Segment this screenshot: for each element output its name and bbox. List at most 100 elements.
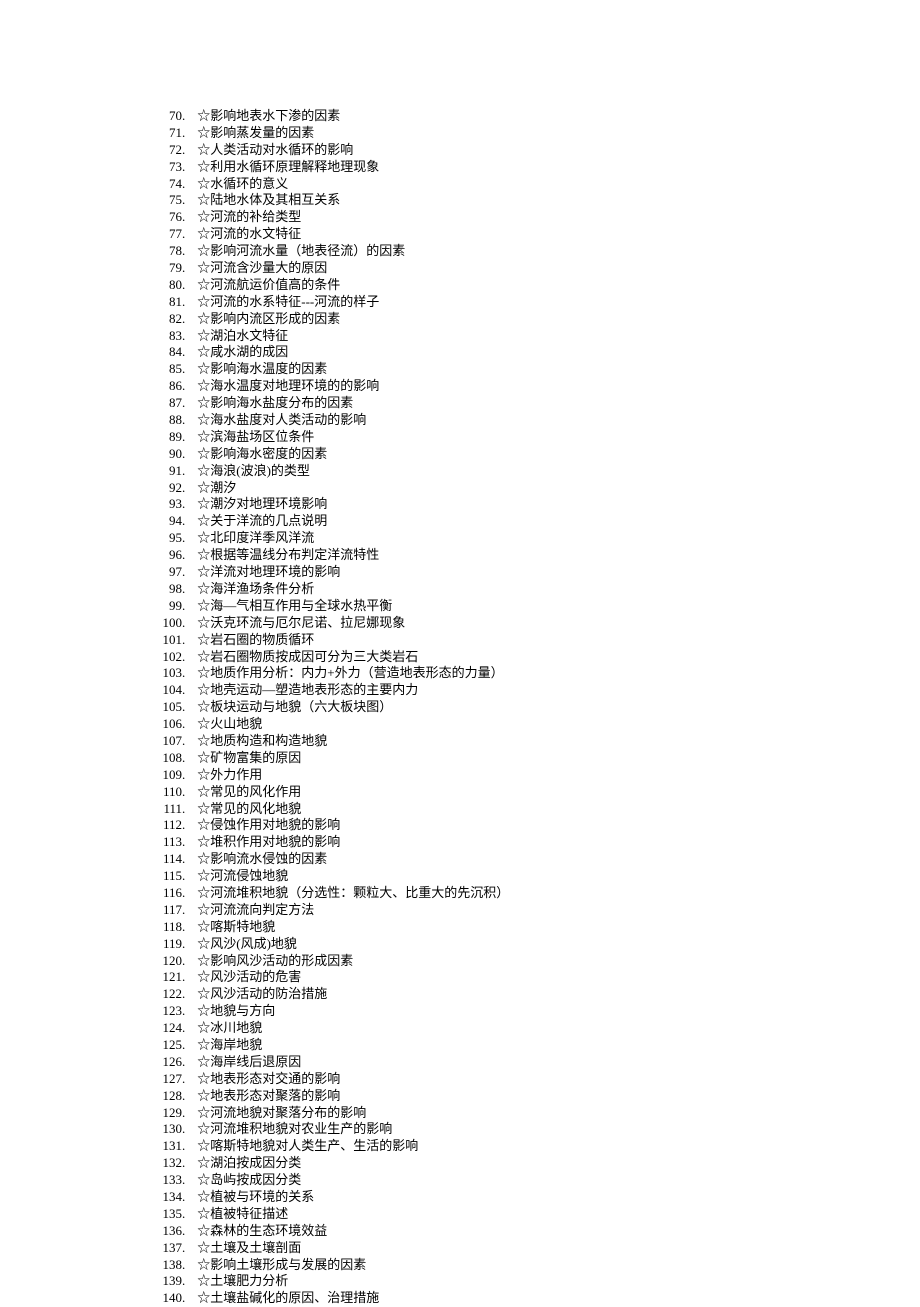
item-number: 136 xyxy=(146,1223,182,1240)
item-number: 78 xyxy=(146,243,182,260)
list-item: 89.☆滨海盐场区位条件 xyxy=(146,429,920,446)
item-number: 139 xyxy=(146,1273,182,1290)
list-item: 86.☆海水温度对地理环境的的影响 xyxy=(146,378,920,395)
item-number: 106 xyxy=(146,716,182,733)
list-item: 125.☆海岸地貌 xyxy=(146,1037,920,1054)
list-item: 76.☆河流的补给类型 xyxy=(146,209,920,226)
item-dot: . xyxy=(182,361,197,378)
item-number: 105 xyxy=(146,699,182,716)
item-text: ☆火山地貌 xyxy=(197,716,262,733)
item-text: ☆板块运动与地貌（六大板块图） xyxy=(197,699,392,716)
item-dot: . xyxy=(182,801,197,818)
item-text: ☆地壳运动—塑造地表形态的主要内力 xyxy=(197,682,418,699)
item-text: ☆湖泊按成因分类 xyxy=(197,1155,301,1172)
item-dot: . xyxy=(182,581,197,598)
item-text: ☆水循环的意义 xyxy=(197,176,288,193)
item-dot: . xyxy=(182,1121,197,1138)
item-number: 127 xyxy=(146,1071,182,1088)
item-dot: . xyxy=(182,311,197,328)
list-item: 80.☆河流航运价值高的条件 xyxy=(146,277,920,294)
item-number: 90 xyxy=(146,446,182,463)
item-number: 73 xyxy=(146,159,182,176)
item-dot: . xyxy=(182,463,197,480)
item-number: 135 xyxy=(146,1206,182,1223)
item-dot: . xyxy=(182,294,197,311)
item-dot: . xyxy=(182,1020,197,1037)
item-number: 121 xyxy=(146,969,182,986)
item-text: ☆常见的风化地貌 xyxy=(197,801,301,818)
list-item: 119.☆风沙(风成)地貌 xyxy=(146,936,920,953)
list-item: 124.☆冰川地貌 xyxy=(146,1020,920,1037)
item-dot: . xyxy=(182,378,197,395)
item-text: ☆河流的水文特征 xyxy=(197,226,301,243)
item-dot: . xyxy=(182,733,197,750)
list-item: 127.☆地表形态对交通的影响 xyxy=(146,1071,920,1088)
item-dot: . xyxy=(182,1105,197,1122)
item-dot: . xyxy=(182,1257,197,1274)
item-text: ☆堆积作用对地貌的影响 xyxy=(197,834,340,851)
item-text: ☆海水温度对地理环境的的影响 xyxy=(197,378,379,395)
item-dot: . xyxy=(182,1290,197,1307)
list-item: 135.☆植被特征描述 xyxy=(146,1206,920,1223)
item-dot: . xyxy=(182,446,197,463)
item-dot: . xyxy=(182,260,197,277)
item-number: 108 xyxy=(146,750,182,767)
list-item: 87.☆影响海水盐度分布的因素 xyxy=(146,395,920,412)
item-text: ☆影响流水侵蚀的因素 xyxy=(197,851,327,868)
item-text: ☆影响海水密度的因素 xyxy=(197,446,327,463)
item-number: 103 xyxy=(146,665,182,682)
list-item: 95.☆北印度洋季风洋流 xyxy=(146,530,920,547)
item-dot: . xyxy=(182,1054,197,1071)
list-item: 105.☆板块运动与地貌（六大板块图） xyxy=(146,699,920,716)
item-number: 116 xyxy=(146,885,182,902)
list-item: 132.☆湖泊按成因分类 xyxy=(146,1155,920,1172)
item-text: ☆土壤盐碱化的原因、治理措施 xyxy=(197,1290,379,1307)
list-item: 131.☆喀斯特地貌对人类生产、生活的影响 xyxy=(146,1138,920,1155)
item-dot: . xyxy=(182,547,197,564)
item-dot: . xyxy=(182,1240,197,1257)
list-item: 108.☆矿物富集的原因 xyxy=(146,750,920,767)
item-number: 84 xyxy=(146,344,182,361)
item-dot: . xyxy=(182,716,197,733)
item-number: 101 xyxy=(146,632,182,649)
item-text: ☆影响海水温度的因素 xyxy=(197,361,327,378)
item-text: ☆常见的风化作用 xyxy=(197,784,301,801)
list-item: 123.☆地貌与方向 xyxy=(146,1003,920,1020)
document-page: 70.☆影响地表水下渗的因素71.☆影响蒸发量的因素72.☆人类活动对水循环的影… xyxy=(0,0,920,1307)
item-number: 70 xyxy=(146,108,182,125)
item-number: 133 xyxy=(146,1172,182,1189)
list-item: 115.☆河流侵蚀地貌 xyxy=(146,868,920,885)
item-dot: . xyxy=(182,953,197,970)
item-text: ☆外力作用 xyxy=(197,767,262,784)
item-text: ☆沃克环流与厄尔尼诺、拉尼娜现象 xyxy=(197,615,405,632)
item-number: 124 xyxy=(146,1020,182,1037)
item-text: ☆潮汐 xyxy=(197,480,236,497)
item-dot: . xyxy=(182,192,197,209)
item-number: 117 xyxy=(146,902,182,919)
list-item: 117.☆河流流向判定方法 xyxy=(146,902,920,919)
item-number: 107 xyxy=(146,733,182,750)
list-item: 93.☆潮汐对地理环境影响 xyxy=(146,496,920,513)
item-number: 132 xyxy=(146,1155,182,1172)
item-text: ☆风沙活动的危害 xyxy=(197,969,301,986)
item-number: 98 xyxy=(146,581,182,598)
list-item: 140.☆土壤盐碱化的原因、治理措施 xyxy=(146,1290,920,1307)
item-dot: . xyxy=(182,834,197,851)
list-item: 96.☆根据等温线分布判定洋流特性 xyxy=(146,547,920,564)
item-text: ☆利用水循环原理解释地理现象 xyxy=(197,159,379,176)
list-item: 137.☆土壤及土壤剖面 xyxy=(146,1240,920,1257)
item-number: 76 xyxy=(146,209,182,226)
item-text: ☆喀斯特地貌对人类生产、生活的影响 xyxy=(197,1138,418,1155)
item-dot: . xyxy=(182,902,197,919)
item-text: ☆影响风沙活动的形成因素 xyxy=(197,953,353,970)
item-dot: . xyxy=(182,649,197,666)
item-dot: . xyxy=(182,412,197,429)
item-number: 96 xyxy=(146,547,182,564)
list-item: 81.☆河流的水系特征---河流的样子 xyxy=(146,294,920,311)
list-item: 129.☆河流地貌对聚落分布的影响 xyxy=(146,1105,920,1122)
item-number: 85 xyxy=(146,361,182,378)
item-text: ☆海水盐度对人类活动的影响 xyxy=(197,412,366,429)
item-text: ☆冰川地貌 xyxy=(197,1020,262,1037)
item-text: ☆地表形态对交通的影响 xyxy=(197,1071,340,1088)
item-text: ☆北印度洋季风洋流 xyxy=(197,530,314,547)
